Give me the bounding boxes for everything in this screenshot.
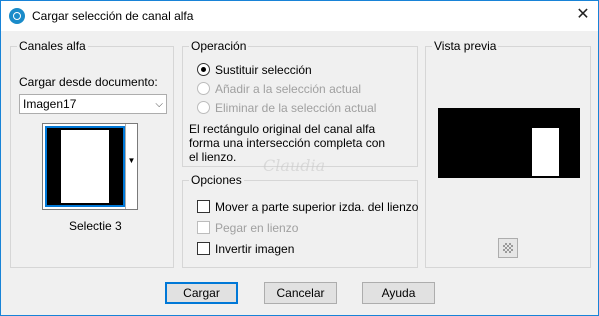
paste-on-canvas-label[interactable]: Pegar en lienzo <box>215 221 298 235</box>
preview-legend: Vista previa <box>432 39 499 53</box>
preview-canvas <box>438 108 580 178</box>
operation-legend: Operación <box>189 39 249 53</box>
title-bar: Cargar selección de canal alfa ✕ <box>1 1 598 31</box>
watermark: Claudia <box>263 156 326 175</box>
radio-remove-from-selection[interactable] <box>197 101 210 114</box>
preview-selection-shape <box>532 128 559 176</box>
load-button[interactable]: Cargar <box>165 282 238 304</box>
invert-image-label[interactable]: Invertir imagen <box>215 242 294 256</box>
chevron-down-icon: ⌵ <box>155 99 163 110</box>
operation-description-line-2: forma una intersección completa con <box>189 136 386 150</box>
transparency-toggle-button[interactable] <box>498 238 518 258</box>
options-group: Opciones Mover a parte superior izda. de… <box>182 173 418 268</box>
thumbnail-dropdown-arrow-icon[interactable]: ▼ <box>125 124 137 209</box>
channel-thumbnail-picker[interactable]: ▼ <box>42 123 138 210</box>
preview-group: Vista previa <box>425 39 591 268</box>
channel-name-label: Selectie 3 <box>69 219 122 233</box>
checkbox-invert-image[interactable] <box>197 242 210 255</box>
document-select-value: Imagen17 <box>23 97 77 111</box>
cancel-button[interactable]: Cancelar <box>264 282 337 304</box>
checkbox-paste-on-canvas[interactable] <box>197 221 210 234</box>
checkerboard-icon <box>503 243 513 253</box>
channel-thumbnail[interactable] <box>45 126 125 207</box>
replace-selection-label[interactable]: Sustituir selección <box>215 63 312 77</box>
load-from-document-label: Cargar desde documento: <box>19 75 158 89</box>
app-icon <box>9 8 25 24</box>
options-legend: Opciones <box>189 173 244 187</box>
radio-add-to-selection[interactable] <box>197 82 210 95</box>
operation-group: Operación Sustituir selección Añadir a l… <box>182 39 418 167</box>
help-button[interactable]: Ayuda <box>362 282 435 304</box>
document-select[interactable]: Imagen17 ⌵ <box>19 94 167 114</box>
remove-from-selection-label[interactable]: Eliminar de la selección actual <box>215 101 376 115</box>
alpha-channels-group: Canales alfa Cargar desde documento: Ima… <box>10 39 174 268</box>
thumbnail-selection-shape <box>61 130 109 203</box>
window-title: Cargar selección de canal alfa <box>32 9 194 23</box>
move-top-left-label[interactable]: Mover a parte superior izda. del lienzo <box>215 200 418 214</box>
close-button[interactable]: ✕ <box>568 1 598 31</box>
checkbox-move-top-left[interactable] <box>197 200 210 213</box>
operation-description-line-3: el lienzo. <box>189 150 237 164</box>
radio-replace-selection[interactable] <box>197 63 210 76</box>
operation-description-line-1: El rectángulo original del canal alfa <box>189 122 376 136</box>
dialog-window: Cargar selección de canal alfa ✕ Canales… <box>0 0 599 316</box>
alpha-channels-legend: Canales alfa <box>17 39 88 53</box>
add-to-selection-label[interactable]: Añadir a la selección actual <box>215 82 361 96</box>
